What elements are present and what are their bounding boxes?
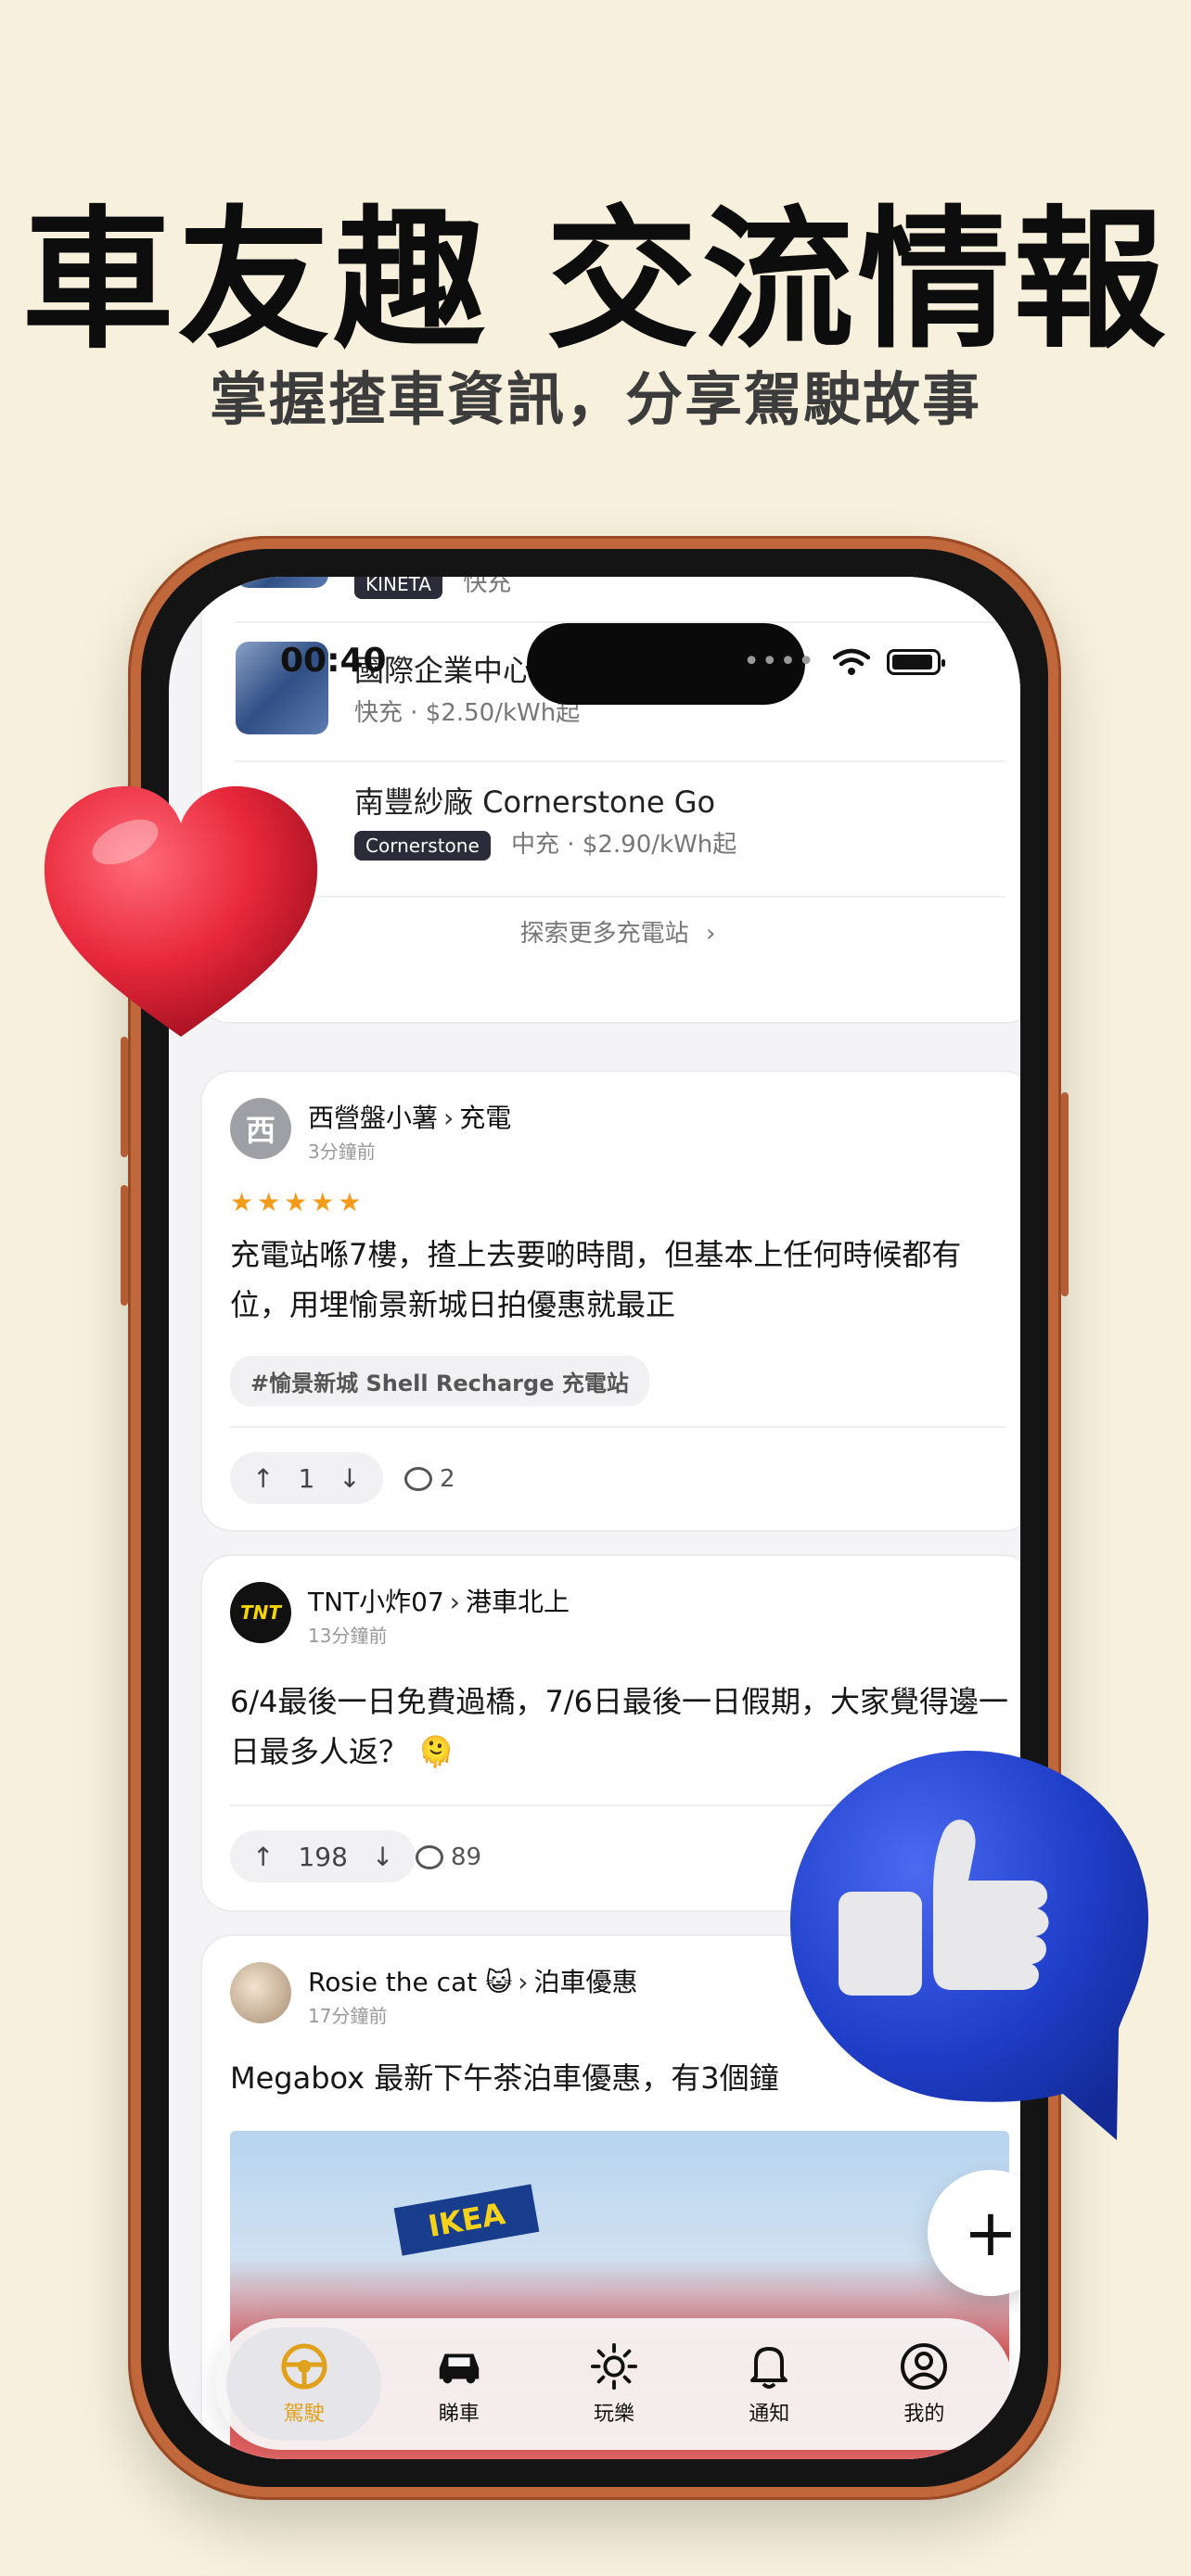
wifi-icon (833, 648, 870, 675)
star-rating: ★★★★★ (230, 1187, 365, 1218)
topic-name[interactable]: 港車北上 (466, 1587, 570, 1617)
nav-label: 玩樂 (594, 2403, 635, 2426)
vote-count: 1 (298, 1462, 315, 1494)
nav-tab-drive[interactable]: 駕駛 (226, 2327, 382, 2441)
upvote-arrow-icon[interactable]: ↑ (252, 1463, 274, 1494)
avatar[interactable]: 西 (230, 1098, 291, 1159)
nav-label: 睇車 (438, 2403, 480, 2426)
vote-control: ↑ 1 ↓ (230, 1452, 383, 1504)
heart-decoration-icon (44, 785, 318, 1037)
chevron-right-icon: › (443, 1103, 455, 1133)
station-title: 南豐紗廠 Cornerstone Go (354, 784, 716, 820)
station-brand-badge: Cornerstone (354, 830, 491, 861)
steering-wheel-icon (279, 2341, 329, 2391)
post-card[interactable]: 西 西營盤小薯 › 充電 3分鐘前 ★★★★★ 充電站喺7樓，揸上去要啲時間，但基本… (200, 1070, 1020, 1532)
bottom-navigation: 駕駛 睇車 玩樂 通知 我的 (215, 2318, 1013, 2450)
thumbs-up-bubble-icon (790, 1750, 1148, 2140)
comments-button[interactable]: 2 (404, 1465, 455, 1493)
nav-label: 駕駛 (283, 2403, 325, 2426)
promo-subheadline: 掌握揸車資訊，分享駕駛故事 (209, 365, 981, 433)
chevron-right-icon: › (705, 920, 716, 948)
promo-headline: 車友趣 交流情報 (21, 192, 1170, 369)
plus-icon: + (963, 2195, 1018, 2271)
profile-icon (899, 2341, 949, 2391)
upvote-arrow-icon[interactable]: ↑ (252, 1842, 274, 1872)
post-time: 3分鐘前 (308, 1141, 376, 1163)
chevron-right-icon: › (449, 1587, 460, 1617)
author-name[interactable]: Rosie the cat 😺 (308, 1967, 512, 1997)
battery-icon (887, 648, 945, 675)
avatar[interactable]: TNT (230, 1582, 291, 1643)
nav-tab-fun[interactable]: 玩樂 (536, 2327, 691, 2441)
nav-label: 我的 (903, 2403, 945, 2426)
location-tag[interactable]: #愉景新城 Shell Recharge 充電站 (230, 1356, 649, 1407)
author-name[interactable]: TNT小炸07 (308, 1587, 444, 1617)
nav-tab-profile[interactable]: 我的 (847, 2327, 1002, 2441)
station-meta: 中充 · $2.90/kWh起 (511, 831, 737, 859)
downvote-arrow-icon[interactable]: ↓ (339, 1463, 360, 1494)
station-row-cornerstone[interactable]: 南豐紗廠 Cornerstone Go Cornerstone 中充 · $2.… (236, 773, 1005, 866)
comment-bubble-icon (404, 1467, 432, 1491)
station-thumbnail (236, 577, 328, 588)
nav-tab-notifications[interactable]: 通知 (692, 2327, 847, 2441)
topic-name[interactable]: 泊車優惠 (534, 1967, 638, 1997)
vote-control: ↑ 198 ↓ (230, 1830, 416, 1882)
bell-icon (744, 2341, 794, 2391)
status-time: 00:40 (280, 642, 387, 680)
car-icon (434, 2341, 484, 2391)
station-brand-badge: KINETA (354, 577, 442, 599)
post-time: 17分鐘前 (308, 2005, 388, 2027)
comment-count: 89 (451, 1843, 482, 1871)
nav-tab-cars[interactable]: 睇車 (381, 2327, 536, 2441)
comment-bubble-icon (416, 1845, 443, 1869)
nav-label: 通知 (749, 2403, 790, 2426)
sun-icon (589, 2341, 639, 2391)
vote-count: 198 (298, 1841, 348, 1872)
post-time: 13分鐘前 (308, 1625, 388, 1647)
explore-more-stations-link[interactable]: 探索更多充電站 › (202, 914, 1020, 949)
station-meta: 快充 (463, 577, 512, 597)
topic-name[interactable]: 充電 (459, 1103, 511, 1133)
signal-icon: •••• (743, 645, 816, 678)
author-name[interactable]: 西營盤小薯 (308, 1103, 438, 1133)
chevron-right-icon: › (518, 1967, 529, 1997)
ikea-sign: IKEA (393, 2184, 540, 2256)
downvote-arrow-icon[interactable]: ↓ (372, 1842, 393, 1872)
comments-button[interactable]: 89 (416, 1843, 481, 1871)
comment-count: 2 (440, 1465, 455, 1493)
avatar[interactable] (230, 1962, 291, 2023)
post-body: 充電站喺7樓，揸上去要啲時間，但基本上任何時候都有位，用埋愉景新城日拍優惠就最正 (230, 1237, 962, 1322)
